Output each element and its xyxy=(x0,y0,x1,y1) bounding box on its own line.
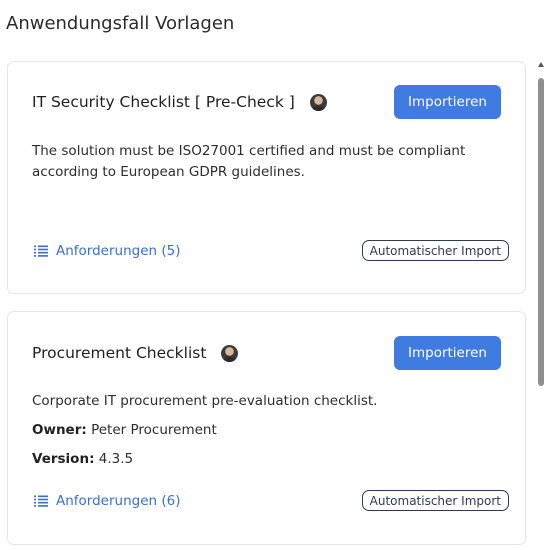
scroll-thumb[interactable] xyxy=(538,78,544,386)
auto-import-badge: Automatischer Import xyxy=(361,490,509,511)
import-button[interactable]: Importieren xyxy=(394,336,501,370)
owner-label: Owner: xyxy=(32,422,87,438)
template-card-procurement: Procurement Checklist Importieren Corpor… xyxy=(7,311,526,545)
owner-value: Peter Procurement xyxy=(91,422,217,438)
version-line: Version: 4.3.5 xyxy=(32,451,133,467)
import-button[interactable]: Importieren xyxy=(394,85,501,119)
requirements-label: Anforderungen (5) xyxy=(56,243,181,259)
card-description: Corporate IT procurement pre-evaluation … xyxy=(32,393,378,409)
version-label: Version: xyxy=(32,451,95,467)
card-title: Procurement Checklist xyxy=(32,344,207,362)
requirements-label: Anforderungen (6) xyxy=(56,493,181,509)
card-title-row: IT Security Checklist [ Pre-Check ] xyxy=(32,93,327,111)
card-title: IT Security Checklist [ Pre-Check ] xyxy=(32,93,295,111)
list-icon xyxy=(34,495,48,507)
version-value: 4.3.5 xyxy=(98,451,134,467)
template-card-it-security: IT Security Checklist [ Pre-Check ] Impo… xyxy=(7,61,526,294)
owner-line: Owner: Peter Procurement xyxy=(32,422,217,438)
card-description: The solution must be ISO27001 certified … xyxy=(32,143,466,180)
scrollbar[interactable] xyxy=(537,62,545,542)
scroll-up-arrow-icon[interactable] xyxy=(538,62,544,67)
requirements-link[interactable]: Anforderungen (5) xyxy=(34,243,181,259)
user-avatar-icon xyxy=(221,344,239,362)
list-icon xyxy=(34,245,48,257)
page-title: Anwendungsfall Vorlagen xyxy=(6,13,235,34)
requirements-link[interactable]: Anforderungen (6) xyxy=(34,493,181,509)
user-avatar-icon xyxy=(309,93,327,111)
card-title-row: Procurement Checklist xyxy=(32,344,239,362)
auto-import-badge: Automatischer Import xyxy=(361,240,509,261)
